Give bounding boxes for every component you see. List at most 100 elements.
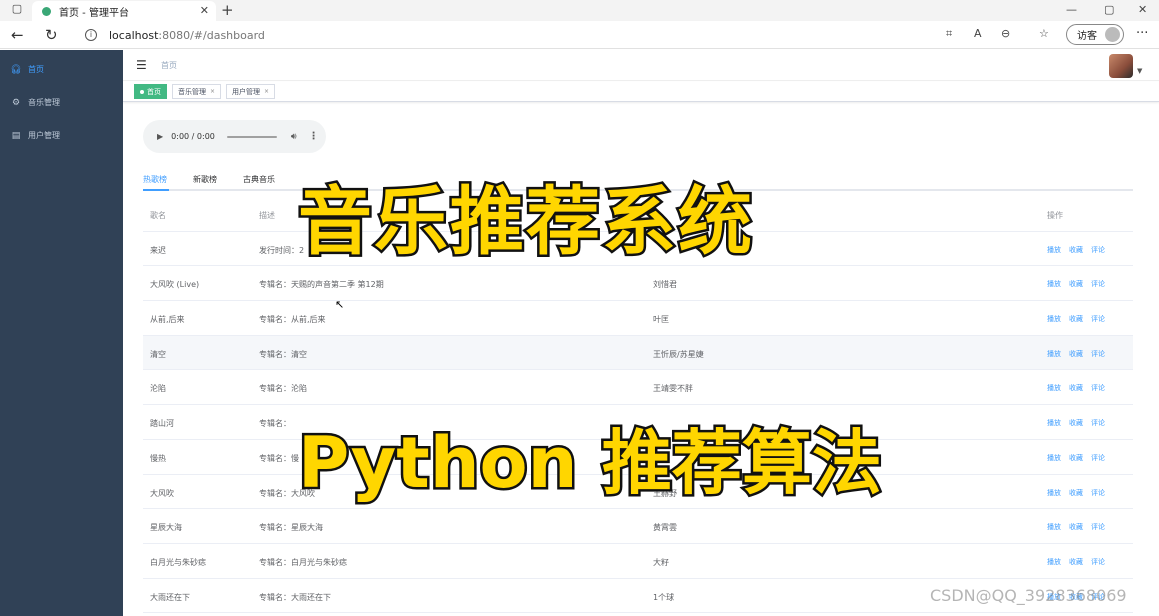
song-name: 沦陷	[150, 384, 166, 394]
play-button[interactable]: 播放	[1047, 453, 1061, 463]
minimize-icon[interactable]: —	[1066, 3, 1077, 16]
play-icon[interactable]: ▶	[157, 132, 163, 141]
row-actions: 播放 收藏 评论	[1047, 522, 1105, 532]
song-desc: 专辑名：天赐的声音第二季 第12期	[259, 280, 384, 290]
table-row: 清空 专辑名：清空 王忻辰/苏星婕 播放 收藏 评论	[143, 335, 1133, 371]
row-actions: 播放 收藏 评论	[1047, 453, 1105, 463]
song-name: 来迟	[150, 245, 166, 255]
window-menu-icon[interactable]: ▢	[8, 2, 26, 18]
tab-close-icon[interactable]: ✕	[200, 4, 209, 17]
row-actions: 播放 收藏 评论	[1047, 557, 1105, 567]
caret-down-icon[interactable]: ▼	[1137, 67, 1142, 75]
collect-button[interactable]: 收藏	[1069, 383, 1083, 393]
kebab-menu-icon[interactable]: ⋮	[309, 131, 319, 142]
song-name: 清空	[150, 349, 166, 359]
tag-music[interactable]: 音乐管理 ×	[172, 84, 222, 99]
tab-active-bar	[143, 189, 169, 191]
more-icon[interactable]: ···	[1136, 26, 1148, 41]
comment-button[interactable]: 评论	[1091, 522, 1105, 532]
song-name: 星辰大海	[150, 523, 182, 533]
song-artist: 1个球	[653, 592, 675, 602]
tag-close-icon[interactable]: ×	[264, 88, 269, 95]
table-row: 从前,后来 专辑名：从前,后来 叶匡 播放 收藏 评论	[143, 301, 1133, 336]
comment-button[interactable]: 评论	[1091, 314, 1105, 324]
table-row: 大风吹 (Live) 专辑名：天赐的声音第二季 第12期 刘惜君 播放 收藏 评论	[143, 266, 1133, 302]
back-icon[interactable]: ←	[11, 26, 24, 44]
play-button[interactable]: 播放	[1047, 488, 1061, 498]
tab-classical[interactable]: 古典音乐	[243, 174, 275, 185]
zoom-icon[interactable]: ⊖	[1001, 27, 1010, 40]
seek-slider[interactable]	[226, 135, 277, 138]
comment-button[interactable]: 评论	[1091, 557, 1105, 567]
comment-button[interactable]: 评论	[1091, 488, 1105, 498]
tab-title: 首页 - 管理平台	[59, 7, 129, 19]
audio-player: ▶ 0:00 / 0:00 🔊︎ ⋮	[143, 120, 326, 153]
song-name: 从前,后来	[150, 315, 185, 325]
collect-button[interactable]: 收藏	[1069, 557, 1083, 567]
play-button[interactable]: 播放	[1047, 522, 1061, 532]
tag-users[interactable]: 用户管理 ×	[226, 84, 276, 99]
tag-close-icon[interactable]: ×	[210, 88, 215, 95]
song-artist: 刘惜君	[653, 280, 677, 290]
sidebar: 🎧︎ 首页 ⚙ 音乐管理 ▤ 用户管理	[0, 50, 123, 616]
sidebar-item-home[interactable]: 🎧︎ 首页	[0, 53, 123, 86]
maximize-icon[interactable]: ▢	[1104, 3, 1114, 16]
read-aloud-icon[interactable]: A	[974, 27, 982, 40]
row-actions: 播放 收藏 评论	[1047, 418, 1105, 428]
collect-button[interactable]: 收藏	[1069, 418, 1083, 428]
volume-icon[interactable]: 🔊︎	[291, 132, 297, 142]
row-actions: 播放 收藏 评论	[1047, 383, 1105, 393]
sidebar-item-music[interactable]: ⚙ 音乐管理	[0, 86, 123, 119]
song-name: 慢热	[150, 453, 166, 463]
comment-button[interactable]: 评论	[1091, 453, 1105, 463]
song-desc: 专辑名：沦陷	[259, 384, 307, 394]
play-button[interactable]: 播放	[1047, 349, 1061, 359]
browser-tab[interactable]: 首页 - 管理平台 ✕	[32, 1, 216, 21]
row-actions: 播放 收藏 评论	[1047, 314, 1105, 324]
refresh-icon[interactable]: ↻	[45, 26, 58, 44]
collect-button[interactable]: 收藏	[1069, 279, 1083, 289]
comment-button[interactable]: 评论	[1091, 245, 1105, 255]
avatar[interactable]	[1109, 54, 1133, 78]
collect-button[interactable]: 收藏	[1069, 522, 1083, 532]
collect-button[interactable]: 收藏	[1069, 453, 1083, 463]
tag-home[interactable]: 首页	[134, 84, 167, 99]
play-button[interactable]: 播放	[1047, 557, 1061, 567]
play-button[interactable]: 播放	[1047, 245, 1061, 255]
play-button[interactable]: 播放	[1047, 383, 1061, 393]
url-bar[interactable]: i localhost:8080/#/dashboard	[75, 24, 960, 46]
comment-button[interactable]: 评论	[1091, 279, 1105, 289]
row-actions: 播放 收藏 评论	[1047, 488, 1105, 498]
tab-hot[interactable]: 热歌榜	[143, 174, 167, 185]
sidebar-item-users[interactable]: ▤ 用户管理	[0, 119, 123, 152]
profile-button[interactable]: 访客	[1066, 24, 1124, 45]
tab-favicon-icon	[42, 6, 51, 16]
new-tab-icon[interactable]: +	[221, 1, 234, 19]
play-button[interactable]: 播放	[1047, 279, 1061, 289]
play-button[interactable]: 播放	[1047, 418, 1061, 428]
comment-button[interactable]: 评论	[1091, 383, 1105, 393]
song-desc: 专辑名：星辰大海	[259, 523, 323, 533]
collect-button[interactable]: 收藏	[1069, 314, 1083, 324]
watermark: CSDN@QQ_3928368069	[930, 586, 1127, 605]
close-window-icon[interactable]: ✕	[1138, 3, 1147, 16]
play-button[interactable]: 播放	[1047, 314, 1061, 324]
song-desc: 专辑名：白月光与朱砂痣	[259, 557, 347, 567]
row-actions: 播放 收藏 评论	[1047, 279, 1105, 289]
collect-button[interactable]: 收藏	[1069, 349, 1083, 359]
address-toolbar: ← ↻ i localhost:8080/#/dashboard ⌗ A ⊖ ☆…	[0, 21, 1159, 49]
song-artist: 黄霄雲	[653, 523, 677, 533]
row-actions: 播放 收藏 评论	[1047, 245, 1105, 255]
tags-view: 首页 音乐管理 × 用户管理 ×	[123, 82, 1159, 102]
song-name: 大雨还在下	[150, 592, 190, 602]
info-icon[interactable]: i	[85, 29, 97, 41]
hamburger-icon[interactable]: ☰	[136, 58, 147, 72]
collect-button[interactable]: 收藏	[1069, 245, 1083, 255]
favorites-icon[interactable]: ☆	[1039, 27, 1049, 40]
comment-button[interactable]: 评论	[1091, 349, 1105, 359]
app-available-icon[interactable]: ⌗	[946, 27, 952, 41]
song-name: 大风吹	[150, 488, 174, 498]
tab-new[interactable]: 新歌榜	[193, 174, 217, 185]
comment-button[interactable]: 评论	[1091, 418, 1105, 428]
collect-button[interactable]: 收藏	[1069, 488, 1083, 498]
